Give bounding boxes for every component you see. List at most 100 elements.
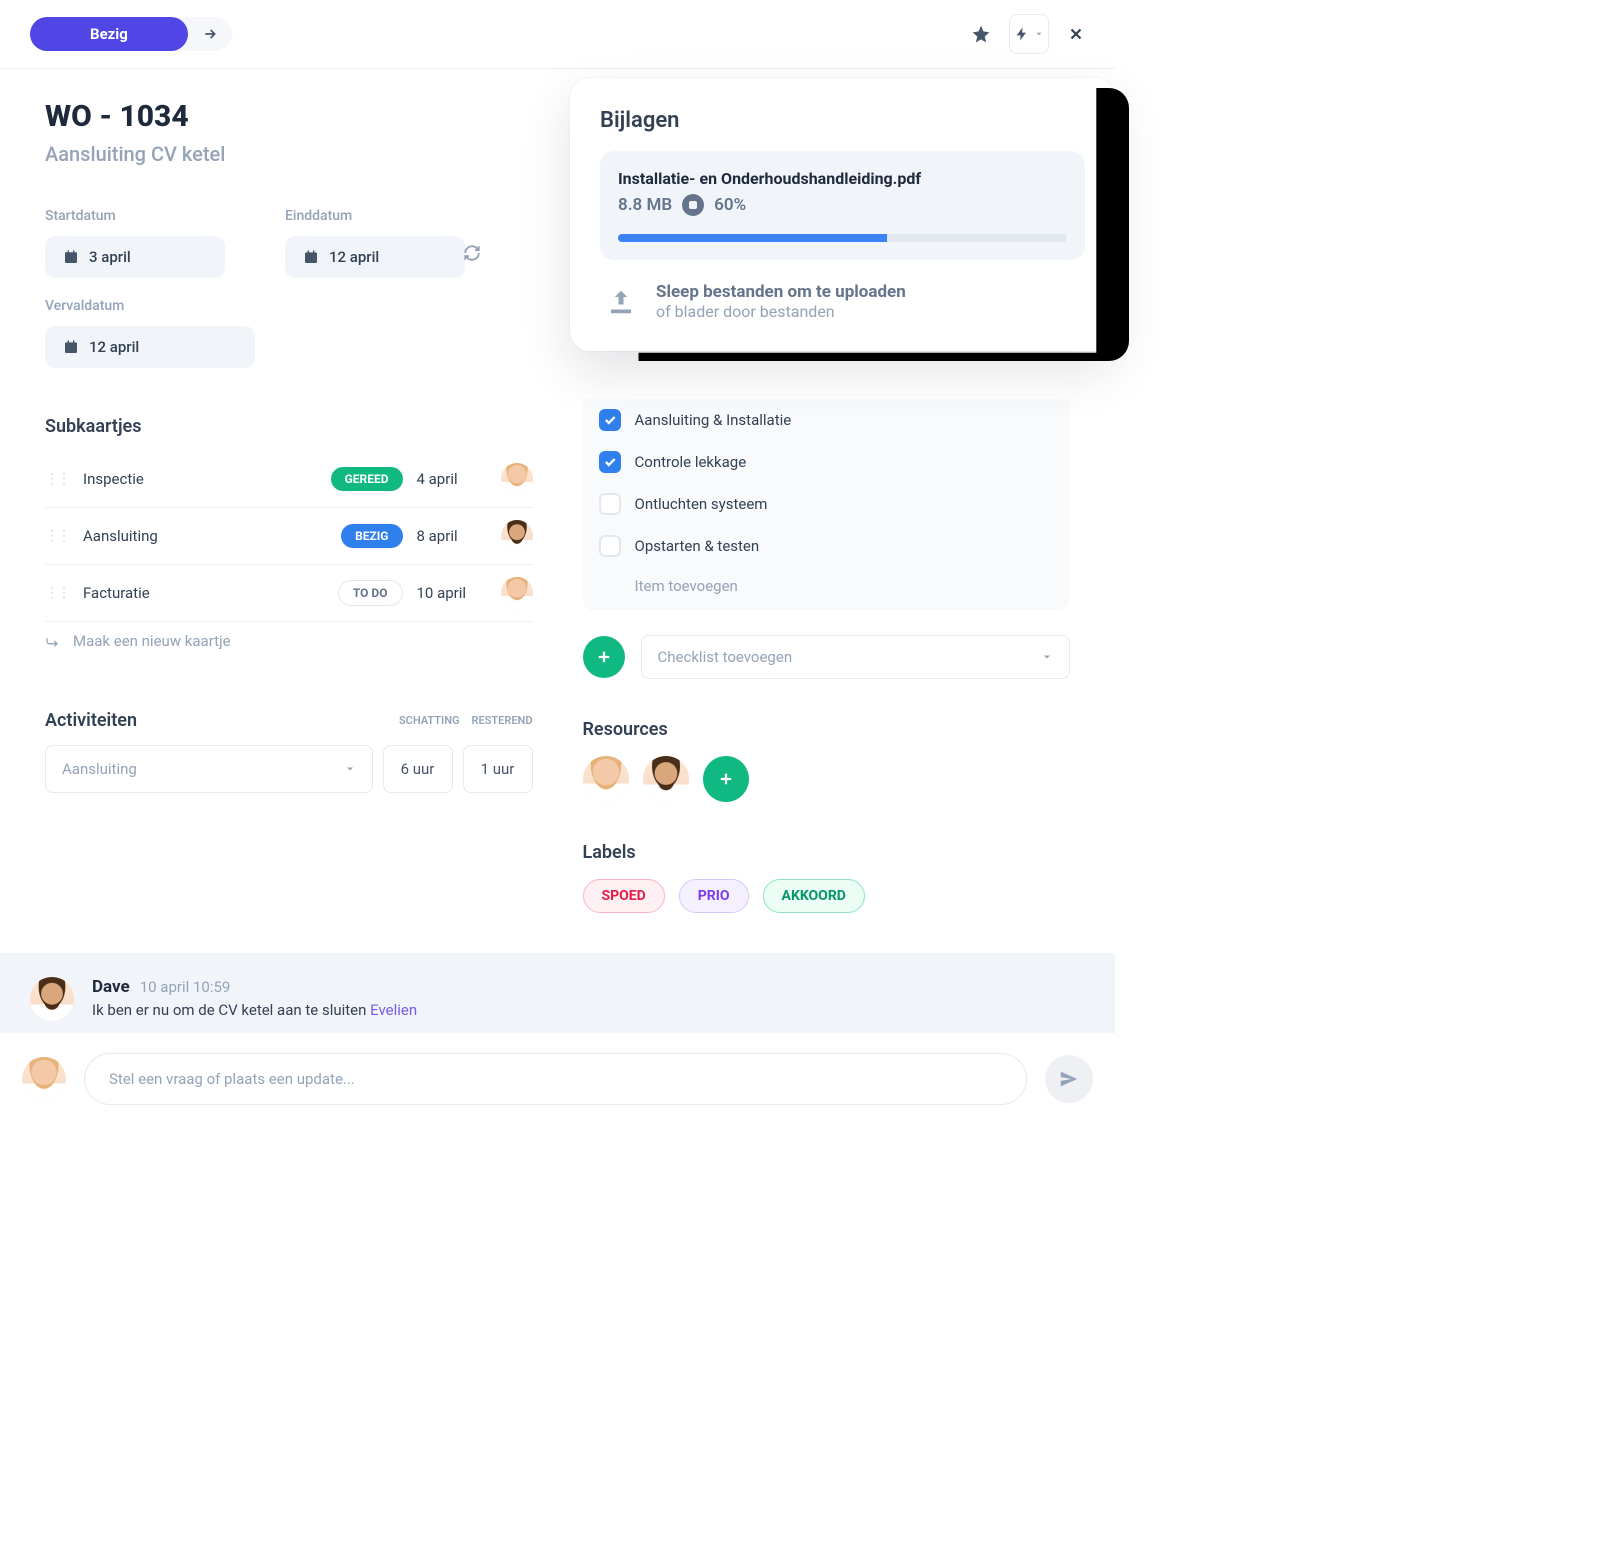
page-subtitle: Aansluiting CV ketel [45, 142, 533, 166]
compose-input[interactable]: Stel een vraag of plaats een update... [84, 1053, 1027, 1105]
attachments-panel: Bijlagen Installatie- en Onderhoudshandl… [570, 78, 1115, 351]
dropzone-subtitle: of blader door bestanden [656, 302, 906, 321]
subcard-name: Aansluiting [83, 527, 327, 545]
start-date-input[interactable]: 3 april [45, 236, 225, 278]
subcard-row[interactable]: ⋮⋮ Inspectie GEREED 4 april [45, 451, 533, 508]
send-button[interactable] [1045, 1055, 1093, 1103]
actions-menu-button[interactable] [1009, 14, 1049, 54]
label-pill[interactable]: SPOED [583, 879, 665, 913]
chevron-down-icon [344, 763, 356, 775]
checkbox[interactable] [599, 409, 621, 431]
checklist-template-select[interactable]: Checklist toevoegen [641, 635, 1071, 679]
checkbox[interactable] [599, 535, 621, 557]
attachments-title: Bijlagen [600, 108, 1085, 133]
start-date-value: 3 april [89, 248, 131, 266]
drag-handle-icon[interactable]: ⋮⋮ [45, 528, 69, 544]
chevron-down-icon [1041, 651, 1053, 663]
labels-title: Labels [583, 842, 1071, 863]
new-card-label: Maak een nieuw kaartje [73, 632, 231, 650]
add-resource-button[interactable] [703, 756, 749, 802]
start-date-label: Startdatum [45, 208, 225, 224]
subcard-name: Inspectie [83, 470, 317, 488]
arrow-right-icon [202, 26, 218, 42]
subcard-date: 10 april [417, 584, 487, 602]
end-date-label: Einddatum [285, 208, 465, 224]
comment-body: Ik ben er nu om de CV ketel aan te sluit… [92, 1001, 417, 1019]
stop-upload-icon[interactable] [682, 194, 704, 216]
recurrence-button[interactable] [463, 244, 481, 266]
current-user-avatar[interactable] [22, 1057, 66, 1101]
status-badge: TO DO [338, 580, 403, 606]
comment-author: Dave [92, 977, 130, 997]
subcard-name: Facturatie [83, 584, 324, 602]
page-title: WO - 1034 [45, 99, 533, 134]
end-date-input[interactable]: 12 april [285, 236, 465, 278]
activity-select-value: Aansluiting [62, 760, 137, 778]
col-estimate: SCHATTING [399, 714, 460, 727]
return-arrow-icon [45, 633, 61, 649]
calendar-icon [63, 249, 79, 265]
status-pill-wrap[interactable]: Bezig [30, 17, 232, 51]
checkbox[interactable] [599, 451, 621, 473]
checklist-item[interactable]: Controle lekkage [599, 441, 1055, 483]
drag-handle-icon[interactable]: ⋮⋮ [45, 585, 69, 601]
comment-timestamp: 10 april 10:59 [140, 978, 231, 996]
resources-title: Resources [583, 719, 1071, 740]
label-pill[interactable]: AKKOORD [763, 879, 865, 913]
due-date-label: Vervaldatum [45, 298, 255, 314]
due-date-value: 12 april [89, 338, 139, 356]
drag-handle-icon[interactable]: ⋮⋮ [45, 471, 69, 487]
col-remaining: RESTEREND [471, 714, 532, 727]
avatar[interactable] [501, 520, 533, 552]
comment-avatar[interactable] [30, 977, 74, 1021]
checklist-item[interactable]: Aansluiting & Installatie [599, 399, 1055, 441]
checkbox[interactable] [599, 493, 621, 515]
status-badge: BEZIG [341, 524, 402, 548]
plus-icon [595, 648, 613, 666]
checklist-item-label: Controle lekkage [635, 453, 747, 471]
avatar[interactable] [501, 463, 533, 495]
comment: Dave 10 april 10:59 Ik ben er nu om de C… [30, 977, 1085, 1021]
comments-section: Dave 10 april 10:59 Ik ben er nu om de C… [0, 953, 1115, 1033]
dropzone-title: Sleep bestanden om te uploaden [656, 282, 906, 302]
activity-select[interactable]: Aansluiting [45, 745, 373, 793]
file-size: 8.8 MB [618, 195, 672, 215]
checklist-item[interactable]: Opstarten & testen [599, 525, 1055, 567]
checklist-select-placeholder: Checklist toevoegen [658, 648, 793, 666]
header: Bezig [0, 0, 1115, 69]
resource-avatar[interactable] [643, 756, 689, 802]
comment-text: Ik ben er nu om de CV ketel aan te sluit… [92, 1001, 370, 1019]
status-badge: GEREED [331, 467, 403, 491]
add-checklist-item-button[interactable]: Item toevoegen [599, 567, 1055, 595]
subcard-row[interactable]: ⋮⋮ Aansluiting BEZIG 8 april [45, 508, 533, 565]
checklist: Aansluiting & Installatie Controle lekka… [583, 399, 1071, 611]
subcard-row[interactable]: ⋮⋮ Facturatie TO DO 10 april [45, 565, 533, 622]
progress-fill [618, 234, 887, 242]
calendar-icon [63, 339, 79, 355]
close-icon[interactable] [1067, 25, 1085, 43]
new-subcard-button[interactable]: Maak een nieuw kaartje [45, 632, 533, 650]
checklist-item-label: Aansluiting & Installatie [635, 411, 792, 429]
subcard-date: 8 april [417, 527, 487, 545]
add-checklist-button[interactable] [583, 636, 625, 678]
file-name: Installatie- en Onderhoudshandleiding.pd… [618, 169, 1067, 188]
attachment-file[interactable]: Installatie- en Onderhoudshandleiding.pd… [600, 151, 1085, 260]
resource-avatar[interactable] [583, 756, 629, 802]
plus-icon [717, 770, 735, 788]
remaining-value[interactable]: 1 uur [463, 745, 533, 793]
subcards-title: Subkaartjes [45, 416, 533, 437]
due-date-input[interactable]: 12 april [45, 326, 255, 368]
chevron-down-icon [1034, 29, 1044, 39]
label-pill[interactable]: PRIO [679, 879, 749, 913]
estimate-value[interactable]: 6 uur [383, 745, 453, 793]
compose-bar: Stel een vraag of plaats een update... [0, 1033, 1115, 1125]
checklist-item-label: Ontluchten systeem [635, 495, 768, 513]
avatar[interactable] [501, 577, 533, 609]
mention[interactable]: Evelien [370, 1001, 417, 1019]
progress-bar [618, 234, 1067, 242]
star-icon[interactable] [971, 24, 991, 44]
dropzone[interactable]: Sleep bestanden om te uploaden of blader… [600, 282, 1085, 321]
checklist-item[interactable]: Ontluchten systeem [599, 483, 1055, 525]
checklist-item-label: Opstarten & testen [635, 537, 760, 555]
status-pill[interactable]: Bezig [30, 17, 188, 51]
